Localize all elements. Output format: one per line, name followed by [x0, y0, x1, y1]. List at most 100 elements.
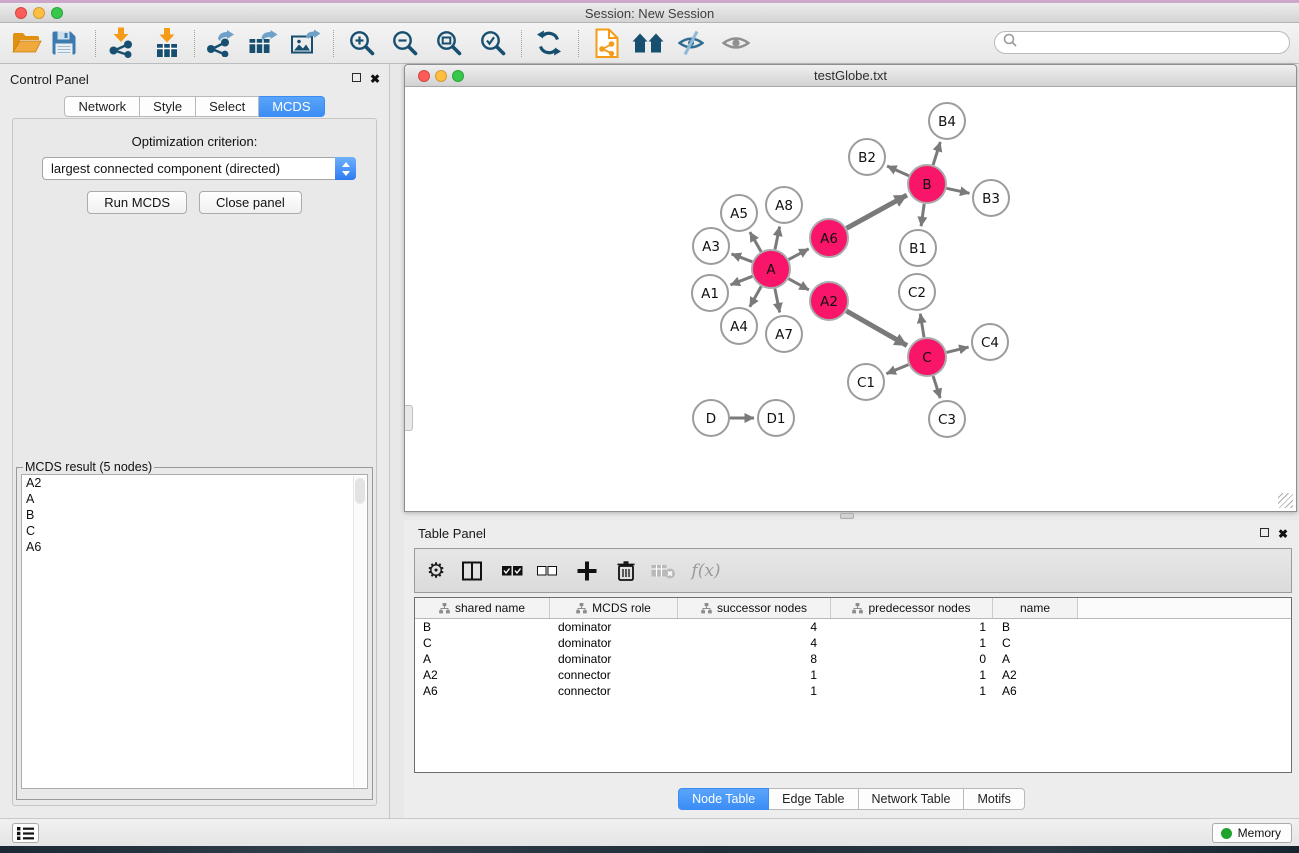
- result-item[interactable]: A: [22, 491, 367, 507]
- table-cell: A6: [993, 683, 1078, 699]
- column-header-MCDS-role[interactable]: MCDS role: [550, 598, 678, 618]
- table-row[interactable]: Adominator80A: [415, 651, 1291, 667]
- select-all-icon[interactable]: [501, 565, 523, 577]
- graph-edge-A-A7[interactable]: [775, 289, 780, 313]
- delete-table-icon[interactable]: [651, 562, 676, 579]
- graph-edge-B-B2[interactable]: [887, 166, 909, 176]
- graph-edge-C-C2[interactable]: [920, 314, 924, 338]
- import-network-icon[interactable]: [108, 28, 135, 59]
- result-item[interactable]: C: [22, 523, 367, 539]
- result-item[interactable]: A2: [22, 475, 367, 491]
- task-history-button[interactable]: [12, 823, 39, 843]
- graph-edge-A-A5[interactable]: [750, 232, 761, 252]
- network-document-icon[interactable]: [595, 28, 620, 59]
- graph-edge-C-C4[interactable]: [947, 347, 969, 352]
- graph-edge-A-A6[interactable]: [789, 249, 809, 260]
- graph-node-label-C1: C1: [857, 375, 875, 391]
- split-pane-handle[interactable]: [405, 405, 413, 431]
- open-icon[interactable]: [12, 31, 42, 55]
- zoom-out-icon[interactable]: [392, 30, 419, 57]
- main-titlebar: Session: New Session: [0, 3, 1299, 23]
- network-zoom-traffic-light[interactable]: [452, 70, 464, 82]
- refresh-icon[interactable]: [536, 30, 562, 56]
- show-view-icon[interactable]: [722, 34, 750, 53]
- result-scroll-thumb[interactable]: [355, 478, 365, 504]
- export-network-icon[interactable]: [204, 29, 234, 57]
- tab-select[interactable]: Select: [196, 96, 259, 117]
- column-header-filler: [1078, 598, 1291, 618]
- tab-network-table[interactable]: Network Table: [859, 788, 965, 810]
- tab-node-table[interactable]: Node Table: [678, 788, 769, 810]
- graph-edge-B-B3[interactable]: [947, 188, 970, 193]
- horizontal-divider-handle[interactable]: [840, 513, 854, 519]
- column-header-name[interactable]: name: [993, 598, 1078, 618]
- tab-style[interactable]: Style: [140, 96, 196, 117]
- save-icon[interactable]: [52, 31, 77, 56]
- add-row-icon[interactable]: [577, 560, 598, 581]
- table-row[interactable]: A6connector11A6: [415, 683, 1291, 699]
- run-mcds-button[interactable]: Run MCDS: [87, 191, 187, 214]
- deselect-all-icon[interactable]: [537, 566, 557, 576]
- graph-edge-A6-B[interactable]: [847, 195, 907, 228]
- show-columns-icon[interactable]: [462, 561, 482, 580]
- column-header-shared-name[interactable]: shared name: [415, 598, 550, 618]
- column-label: shared name: [455, 601, 525, 615]
- export-image-icon[interactable]: [291, 30, 321, 57]
- table-row[interactable]: Bdominator41B: [415, 619, 1291, 635]
- network-canvas[interactable]: B4B2BB3A8A5A6A3B1AC2A1A2A4A7C4CC1C3DD1: [406, 88, 1295, 510]
- table-settings-gear-icon[interactable]: ⚙: [427, 560, 446, 581]
- zoom-fit-icon[interactable]: [436, 30, 463, 57]
- table-cell: A2: [415, 667, 550, 683]
- graph-edge-B-B4[interactable]: [933, 142, 940, 165]
- graph-edge-C-C1[interactable]: [886, 365, 908, 374]
- graph-edge-A-A1[interactable]: [731, 276, 753, 285]
- table-close-panel-icon[interactable]: ✖: [1278, 528, 1288, 540]
- close-panel-icon[interactable]: ✖: [370, 73, 380, 85]
- zoom-selected-icon[interactable]: [480, 30, 507, 57]
- export-table-icon[interactable]: [249, 29, 278, 57]
- table-row[interactable]: Cdominator41C: [415, 635, 1291, 651]
- graph-edge-C-C3[interactable]: [933, 376, 940, 398]
- zoom-in-icon[interactable]: [349, 30, 376, 57]
- criterion-dropdown[interactable]: largest connected component (directed): [42, 157, 356, 180]
- graph-edge-A-A8[interactable]: [775, 227, 780, 250]
- mcds-panel: Optimization criterion: largest connecte…: [12, 118, 377, 806]
- float-panel-icon[interactable]: [352, 73, 361, 82]
- graph-node-label-C2: C2: [908, 285, 926, 301]
- table-row[interactable]: A2connector11A2: [415, 667, 1291, 683]
- result-item[interactable]: B: [22, 507, 367, 523]
- status-bar: Memory: [0, 818, 1299, 846]
- tab-network[interactable]: Network: [64, 96, 140, 117]
- table-float-panel-icon[interactable]: [1260, 528, 1269, 537]
- search-input[interactable]: [1017, 34, 1289, 52]
- graph-edge-A-A2[interactable]: [789, 279, 809, 290]
- tab-edge-table[interactable]: Edge Table: [769, 788, 858, 810]
- close-panel-button[interactable]: Close panel: [199, 191, 302, 214]
- column-label: predecessor nodes: [868, 601, 970, 615]
- table-cell: A: [993, 651, 1078, 667]
- toolbar-separator: [521, 30, 522, 57]
- result-scrollbar[interactable]: [353, 476, 366, 787]
- graph-edge-B-B1[interactable]: [921, 204, 924, 226]
- graph-edge-A-A4[interactable]: [750, 286, 761, 306]
- graph-edge-A2-C[interactable]: [846, 311, 907, 346]
- table-cell: 0: [831, 651, 993, 667]
- tab-mcds[interactable]: MCDS: [259, 96, 324, 117]
- column-header-successor-nodes[interactable]: successor nodes: [678, 598, 831, 618]
- tab-motifs[interactable]: Motifs: [964, 788, 1024, 810]
- network-window-titlebar[interactable]: testGlobe.txt: [405, 65, 1296, 87]
- graph-edge-A-A3[interactable]: [732, 254, 753, 262]
- memory-button[interactable]: Memory: [1212, 823, 1292, 843]
- network-minimize-traffic-light[interactable]: [435, 70, 447, 82]
- table-cell: dominator: [550, 619, 678, 635]
- result-item[interactable]: A6: [22, 539, 367, 555]
- table-cell: connector: [550, 683, 678, 699]
- home-icon[interactable]: [633, 32, 664, 55]
- function-builder-icon[interactable]: f(x): [691, 561, 720, 581]
- column-header-predecessor-nodes[interactable]: predecessor nodes: [831, 598, 993, 618]
- delete-row-icon[interactable]: [617, 560, 635, 581]
- network-close-traffic-light[interactable]: [418, 70, 430, 82]
- import-table-icon[interactable]: [154, 28, 180, 58]
- hide-view-icon[interactable]: [678, 31, 704, 56]
- window-resize-grip[interactable]: [1278, 493, 1293, 508]
